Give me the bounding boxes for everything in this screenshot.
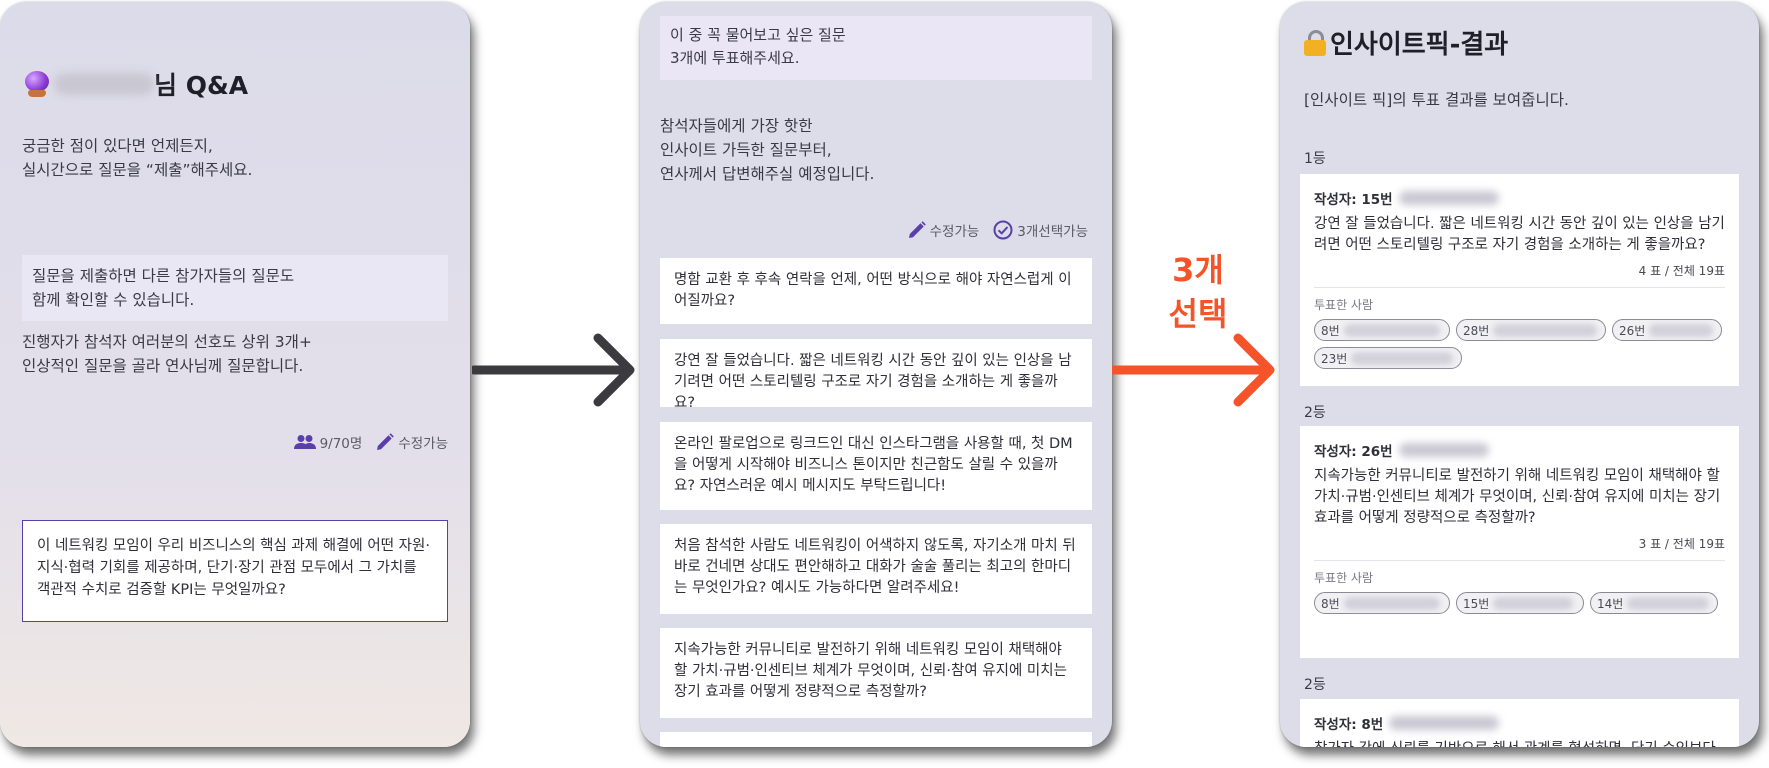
- results-description: [인사이트 픽]의 투표 결과를 보여줍니다.: [1304, 91, 1569, 109]
- author-name-redacted: [1398, 443, 1489, 457]
- notice-box: 질문을 제출하면 다른 참가자들의 질문도 함께 확인할 수 있습니다.: [22, 255, 448, 321]
- author: 작성자: 15번: [1314, 188, 1725, 208]
- select-limit-label: 3개선택가능: [1017, 224, 1088, 240]
- voter-name-redacted: [1343, 596, 1440, 610]
- crystal-ball-icon: [24, 71, 50, 97]
- voter-number: 8번: [1321, 323, 1340, 338]
- question-text: 지속가능한 커뮤니티로 발전하기 위해 네트워킹 모임이 채택해야 할 가치·규…: [674, 642, 1067, 700]
- voter-name-redacted: [1343, 323, 1440, 337]
- question-text: 강연 잘 들었습니다. 짧은 네트워킹 시간 동안 깊이 있는 인상을 남기려면…: [674, 353, 1072, 411]
- voter-number: 23번: [1321, 351, 1348, 366]
- vote-count: 4 표 / 전체 19표: [1638, 264, 1725, 278]
- rank-label: 1등: [1304, 151, 1326, 167]
- arrow-right-icon: [1112, 333, 1275, 407]
- editable-label: 수정가능: [929, 224, 980, 240]
- vote-panel: 이 중 꼭 물어보고 싶은 질문 3개에 투표해주세요. 참석자들에게 가장 핫…: [640, 2, 1112, 747]
- author-label: 작성자: 8번: [1314, 717, 1384, 733]
- select-three-label: 3개 선택: [1168, 251, 1228, 333]
- intro-text: 궁금한 점이 있다면 언제든지, 실시간으로 질문을 “제출”해주세요.: [22, 137, 253, 179]
- question-text: 명함 교환 후 후속 연락을 언제, 어떤 방식으로 해야 자연스럽게 이어질까…: [674, 272, 1072, 309]
- voters-label: 투표한 사람: [1314, 571, 1374, 585]
- voter-chip: 15번: [1456, 592, 1584, 614]
- qa-submit-panel: 님 Q&A 궁금한 점이 있다면 언제든지, 실시간으로 질문을 “제출”해주세…: [0, 2, 470, 747]
- question-card[interactable]: 지속가능한 커뮤니티로 발전하기 위해 네트워킹 모임이 채택해야 할 가치·규…: [660, 628, 1092, 718]
- voter-number: 14번: [1597, 596, 1624, 611]
- rank-label: 2등: [1304, 405, 1326, 421]
- voter-chip: 28번: [1456, 319, 1606, 341]
- result-question: 참가자 간에 신뢰를 기반으로 해서 관계를 형성하면, 단기 수익보다: [1314, 739, 1725, 747]
- participant-count: 9/70명: [319, 436, 363, 452]
- result-card: 작성자: 8번 참가자 간에 신뢰를 기반으로 해서 관계를 형성하면, 단기 …: [1300, 699, 1739, 747]
- voter-chips: 8번 28번 26번 23번: [1314, 319, 1725, 369]
- description-text: 진행자가 참석자 여러분의 선호도 상위 3개+ 인상적인 질문을 골라 연사님…: [22, 333, 312, 375]
- divider: [1314, 560, 1725, 561]
- author-label: 작성자: 26번: [1314, 444, 1393, 460]
- voter-number: 8번: [1321, 596, 1340, 611]
- voters-label: 투표한 사람: [1314, 298, 1374, 312]
- voter-chip: 23번: [1314, 347, 1462, 369]
- author-name-redacted: [1398, 191, 1499, 205]
- voter-name-redacted: [1351, 351, 1454, 365]
- question-card[interactable]: 처음 참석한 사람도 네트워킹이 어색하지 않도록, 자기소개 마치 뒤 바로 …: [660, 524, 1092, 614]
- vote-count: 3 표 / 전체 19표: [1638, 537, 1725, 551]
- page-title: 님 Q&A: [24, 66, 248, 102]
- voter-number: 15번: [1463, 596, 1490, 611]
- question-card-partial[interactable]: [660, 732, 1092, 747]
- voter-chip: 8번: [1314, 592, 1450, 614]
- question-meta: 9/70명 수정가능: [293, 432, 448, 452]
- question-text: 처음 참석한 사람도 네트워킹이 어색하지 않도록, 자기소개 마치 뒤 바로 …: [674, 538, 1076, 596]
- question-card[interactable]: 강연 잘 들었습니다. 짧은 네트워킹 시간 동안 깊이 있는 인상을 남기려면…: [660, 339, 1092, 411]
- speaker-name-redacted: [54, 73, 154, 95]
- author: 작성자: 26번: [1314, 440, 1725, 460]
- arrow-right-icon: [472, 333, 635, 407]
- page-title-text: 님 Q&A: [154, 71, 249, 100]
- question-input[interactable]: 이 네트워킹 모임이 우리 비즈니스의 핵심 과제 해결에 어떤 자원·지식·협…: [22, 520, 448, 622]
- question-card[interactable]: 온라인 팔로업으로 링크드인 대신 인스타그램을 사용할 때, 첫 DM을 어떻…: [660, 422, 1092, 510]
- result-question: 지속가능한 커뮤니티로 발전하기 위해 네트워킹 모임이 채택해야 할 가치·규…: [1314, 468, 1721, 526]
- voter-name-redacted: [1627, 596, 1710, 610]
- voter-number: 26번: [1619, 323, 1646, 338]
- divider: [1314, 287, 1725, 288]
- pencil-icon: [377, 433, 395, 450]
- vote-meta: 수정가능 3개선택가능: [908, 220, 1088, 240]
- lock-icon: [1304, 29, 1326, 56]
- voter-name-redacted: [1493, 596, 1574, 610]
- check-circle-icon: [993, 220, 1013, 240]
- editable-label: 수정가능: [398, 436, 448, 452]
- question-card[interactable]: 명함 교환 후 후속 연락을 언제, 어떤 방식으로 해야 자연스럽게 이어질까…: [660, 258, 1092, 324]
- voter-chips: 8번 15번 14번: [1314, 592, 1725, 614]
- results-title-text: 인사이트픽-결과: [1330, 30, 1509, 60]
- vote-prompt: 이 중 꼭 물어보고 싶은 질문 3개에 투표해주세요.: [660, 16, 1092, 80]
- result-card: 작성자: 15번 강연 잘 들었습니다. 짧은 네트워킹 시간 동안 깊이 있는…: [1300, 174, 1739, 386]
- results-title: 인사이트픽-결과: [1304, 24, 1508, 61]
- result-question: 강연 잘 들었습니다. 짧은 네트워킹 시간 동안 깊이 있는 인상을 남기려면…: [1314, 216, 1725, 253]
- people-icon: [293, 435, 316, 449]
- voter-chip: 14번: [1590, 592, 1718, 614]
- voter-name-redacted: [1649, 323, 1714, 337]
- author-label: 작성자: 15번: [1314, 192, 1393, 208]
- voter-number: 28번: [1463, 323, 1490, 338]
- voter-chip: 26번: [1612, 319, 1722, 341]
- results-panel: 인사이트픽-결과 [인사이트 픽]의 투표 결과를 보여줍니다. 1등 작성자:…: [1280, 2, 1759, 747]
- result-card: 작성자: 26번 지속가능한 커뮤니티로 발전하기 위해 네트워킹 모임이 채택…: [1300, 426, 1739, 658]
- author-name-redacted: [1389, 716, 1500, 730]
- voter-name-redacted: [1493, 323, 1598, 337]
- pencil-icon: [908, 221, 926, 238]
- author: 작성자: 8번: [1314, 713, 1725, 733]
- rank-label: 2등: [1304, 677, 1326, 693]
- vote-intro-text: 참석자들에게 가장 핫한 인사이트 가득한 질문부터, 연사께서 답변해주실 예…: [660, 117, 875, 183]
- question-text: 온라인 팔로업으로 링크드인 대신 인스타그램을 사용할 때, 첫 DM을 어떻…: [674, 436, 1073, 494]
- voter-chip: 8번: [1314, 319, 1450, 341]
